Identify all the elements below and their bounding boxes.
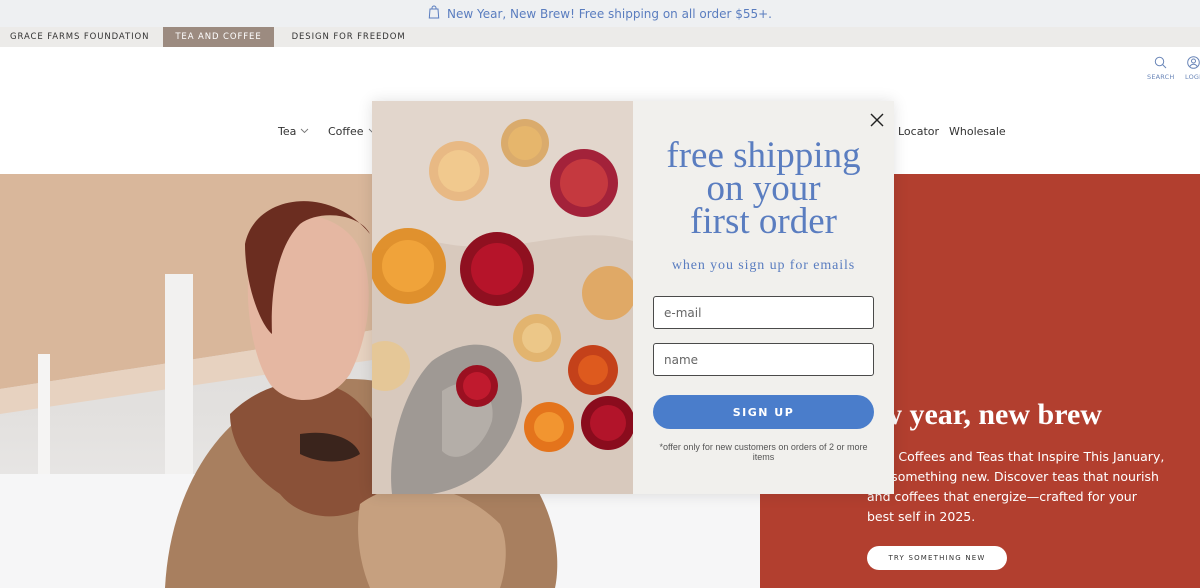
announcement-text: New Year, New Brew! Free shipping on all… — [447, 6, 772, 21]
name-field[interactable] — [653, 343, 874, 376]
sign-up-button[interactable]: SIGN UP — [653, 395, 874, 429]
nav-item-label: Wholesale — [949, 125, 1006, 138]
announcement-bar: New Year, New Brew! Free shipping on all… — [0, 0, 1200, 27]
hero-title: ew year, new brew — [867, 398, 1102, 431]
login-label: LOGI — [1185, 73, 1200, 81]
brand-link-grace-farms[interactable]: GRACE FARMS FOUNDATION — [0, 27, 159, 47]
user-icon — [1186, 56, 1200, 73]
popup-subtitle: when you sign up for emails — [671, 258, 856, 273]
offer-note: *offer only for new customers on orders … — [659, 442, 868, 462]
tea-glasses-photo — [372, 101, 633, 494]
nav-item-coffee[interactable]: Coffee — [328, 125, 377, 138]
brand-link-design-for-freedom[interactable]: DESIGN FOR FREEDOM — [282, 27, 416, 47]
search-icon — [1154, 56, 1167, 73]
nav-item-store-locator[interactable]: Locator — [898, 125, 939, 138]
try-something-new-button[interactable]: TRY SOMETHING NEW — [867, 546, 1007, 570]
search-label: SEARCH — [1147, 73, 1175, 81]
close-icon — [867, 113, 887, 134]
email-field[interactable] — [653, 296, 874, 329]
nav-item-tea[interactable]: Tea — [278, 125, 309, 138]
nav-item-label: Coffee — [328, 125, 364, 138]
shopping-bag-icon — [428, 5, 440, 22]
brand-switcher: GRACE FARMS FOUNDATION TEA AND COFFEE DE… — [0, 27, 1200, 47]
chevron-down-icon — [300, 125, 309, 138]
brand-link-tea-and-coffee[interactable]: TEA AND COFFEE — [163, 27, 274, 47]
hero-text: race Coffees and Teas that Inspire This … — [867, 449, 1165, 524]
popup-title-line: first order — [690, 201, 837, 242]
nav-item-label: Locator — [898, 125, 940, 138]
login-button[interactable]: LOGI — [1185, 56, 1200, 81]
close-button[interactable] — [867, 110, 887, 130]
signup-popup: free shipping on your first order when y… — [372, 101, 894, 494]
popup-title: free shipping on your first order — [633, 137, 894, 242]
nav-item-label: Tea — [278, 125, 297, 138]
signup-form: free shipping on your first order when y… — [633, 101, 894, 494]
nav-item-wholesale[interactable]: Wholesale — [949, 125, 1006, 138]
search-button[interactable]: SEARCH — [1147, 56, 1175, 81]
